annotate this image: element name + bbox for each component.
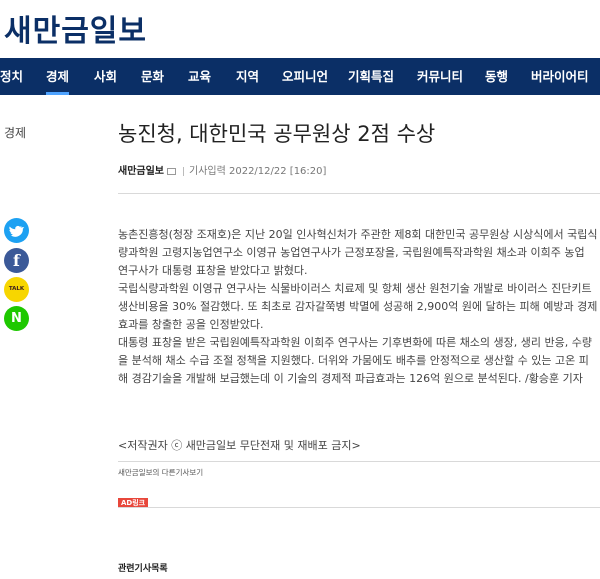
body-line: 생산비용을 30% 절감했다. 또 최초로 감자갈쭉병 박멸에 성공해 2,90…	[118, 300, 598, 313]
nav-item-together[interactable]: 동행	[485, 58, 508, 95]
kakao-talk-icon: TALK	[8, 286, 25, 292]
body-line: 농촌진흥청(청장 조재호)은 지난 20일 인사혁신처가 주관한 제8회 대한민…	[118, 228, 598, 241]
copyright-divider	[118, 461, 600, 462]
ad-divider	[118, 507, 600, 508]
article-author[interactable]: 새만금일보	[118, 166, 164, 177]
nav-item-variety[interactable]: 버라이어티	[531, 58, 589, 95]
byline-divider	[183, 166, 184, 176]
nav-item-economy[interactable]: 경제	[46, 58, 70, 95]
nav-item-community[interactable]: 커뮤니티	[417, 58, 463, 95]
email-icon[interactable]	[167, 167, 176, 175]
naver-n-icon: N	[11, 311, 22, 326]
twitter-share-button[interactable]	[4, 218, 29, 243]
body-line: 효과를 창출한 공을 인정받았다.	[118, 318, 264, 331]
nav-item-politics[interactable]: 정치	[0, 58, 23, 95]
body-line: 량과학원 고령지농업연구소 이영규 농업연구사가 근정포장을, 국립원예특작과학…	[118, 246, 585, 259]
body-line: 연구사가 대통령 표창을 받았다고 밝혔다.	[118, 264, 308, 277]
twitter-bird-icon	[9, 225, 25, 237]
nav-item-society[interactable]: 사회	[94, 58, 117, 95]
sidebar-category[interactable]: 경제	[4, 124, 26, 141]
nav-item-opinion[interactable]: 오피니언	[282, 58, 328, 95]
nav-item-education[interactable]: 교육	[188, 58, 211, 95]
nav-item-features[interactable]: 기획특집	[348, 58, 394, 95]
body-line: 을 분석해 채소 수급 조절 정책을 지원했다. 더위와 가뭄에도 배추를 안정…	[118, 354, 589, 367]
naver-share-button[interactable]: N	[4, 306, 29, 331]
article-body: 농촌진흥청(청장 조재호)은 지난 20일 인사혁신처가 주관한 제8회 대한민…	[118, 226, 600, 388]
body-line: 대통령 표창을 받은 국립원예특작과학원 이희주 연구사는 기후변화에 따른 채…	[118, 336, 592, 349]
article-byline: 새만금일보 기사입력 2022/12/22 [16:20]	[118, 162, 326, 177]
nav-item-culture[interactable]: 문화	[141, 58, 164, 95]
site-logo[interactable]: 새만금일보	[4, 6, 147, 50]
author-more-articles-link[interactable]: 새만금일보의 다른기사보기	[118, 467, 203, 478]
main-nav: 정치 경제 사회 문화 교육 지역 오피니언 기획특집 커뮤니티 동행 버라이어…	[0, 58, 600, 95]
article-title: 농진청, 대한민국 공무원상 2점 수상	[118, 122, 436, 146]
facebook-share-button[interactable]: f	[4, 248, 29, 273]
kakao-share-button[interactable]: TALK	[4, 277, 29, 302]
related-articles-heading: 관련기사목록	[118, 564, 168, 574]
article-date: 기사입력 2022/12/22 [16:20]	[189, 166, 327, 177]
copyright-notice: <저작권자 ⓒ 새만금일보 무단전재 및 재배포 금지>	[118, 439, 361, 452]
body-line: 국립식량과학원 이영규 연구사는 식물바이러스 치료제 및 항체 생산 원천기술…	[118, 282, 592, 295]
nav-item-region[interactable]: 지역	[236, 58, 259, 95]
facebook-f-icon: f	[13, 251, 20, 270]
body-line: 해 경감기술을 개발해 보급했는데 이 기술의 경제적 파급효과는 126억 원…	[118, 372, 583, 385]
header-divider	[118, 193, 600, 194]
masthead: 새만금일보	[0, 0, 600, 58]
